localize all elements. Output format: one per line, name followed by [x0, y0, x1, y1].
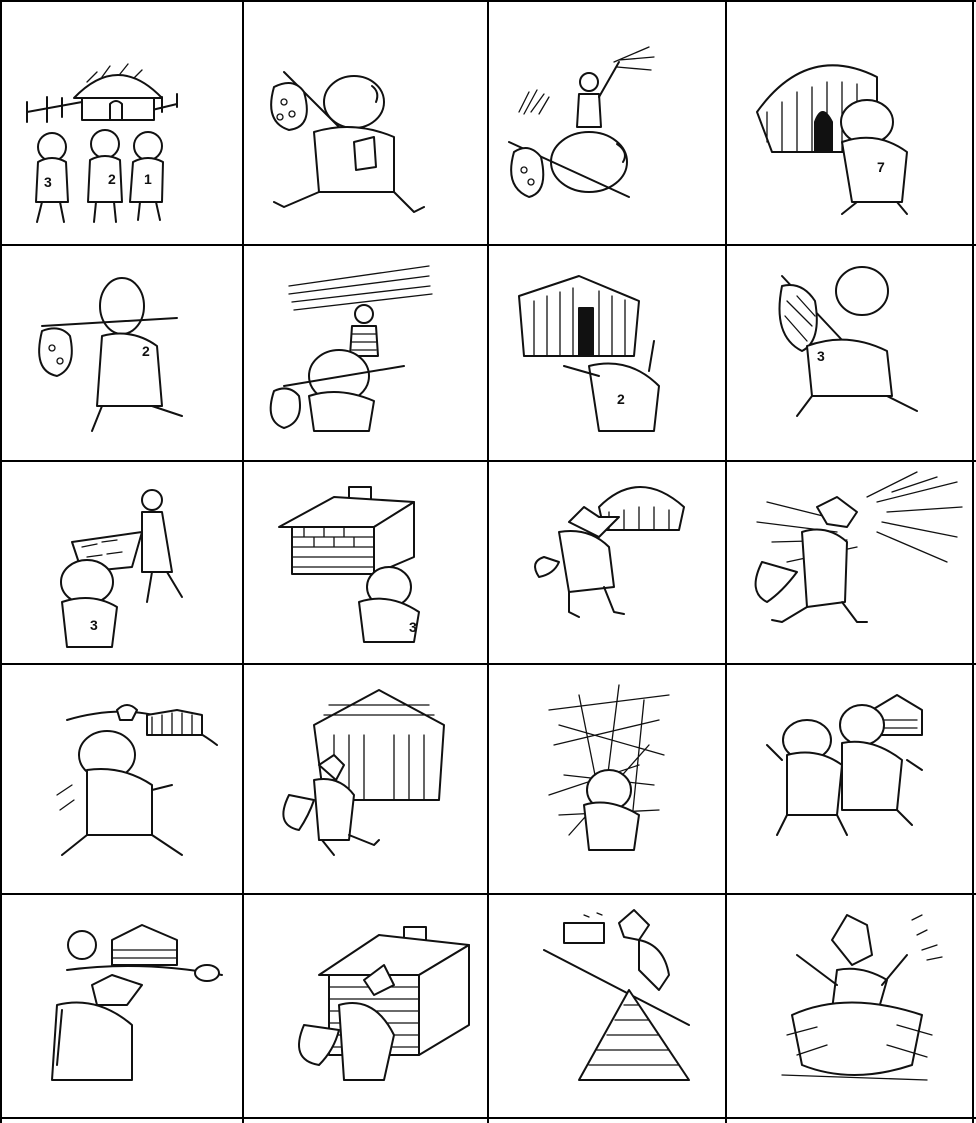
card-brick-house-built: 3: [244, 462, 487, 663]
card-pig-buying-sticks: [244, 246, 487, 460]
card-two-pigs-run-to-brick-house: [727, 665, 972, 893]
pig-number-3: 3: [44, 174, 52, 190]
pig-number-2-walking: 2: [142, 343, 150, 359]
card-pig-runs-away: [2, 665, 242, 893]
wolf-stick-house-illustration: [282, 689, 445, 856]
pig-number-1: 1: [144, 171, 152, 187]
pig-number-7: 7: [877, 159, 885, 175]
wolf-in-pot-illustration: [781, 914, 943, 1081]
card-wolf-falls-in-pot: [727, 895, 972, 1117]
card-wolf-on-roof: [489, 895, 725, 1117]
card-three-pigs-and-hut: 3 2 1: [2, 2, 242, 244]
wolf-looking-at-brick-house-illustration: [51, 924, 223, 1081]
picture-card-grid: 3 2 1 7 2 2 3 3 3: [0, 0, 976, 1123]
card-second-pig-walking: 2: [2, 246, 242, 460]
pig-straw-house-illustration: 7: [756, 64, 908, 215]
card-wolf-at-straw-house: [489, 462, 725, 663]
pig-straw-man-illustration: [508, 46, 655, 198]
card-straw-house-built: 7: [727, 2, 972, 244]
card-wolf-at-stick-house: [244, 665, 487, 893]
card-pig-buying-bricks: 3: [2, 462, 242, 663]
pig-brick-house-illustration: 3: [278, 486, 420, 643]
wolf-brick-house-illustration: [298, 926, 470, 1081]
pig-with-bundle-illustration: [270, 71, 425, 213]
card-wolf-at-brick-house: [2, 895, 242, 1117]
card-stick-house-built: 2: [489, 246, 725, 460]
pig-bricks-barrow-illustration: 3: [60, 489, 183, 648]
wolf-blowing-straw-illustration: [754, 471, 963, 623]
pig-number-2: 2: [108, 171, 116, 187]
pig-stick-house-illustration: 2: [518, 275, 660, 432]
three-pigs-illustration: 3 2 1: [26, 63, 178, 223]
pig-number-3-house: 3: [409, 619, 417, 635]
pig-running-illustration: [56, 704, 218, 856]
pig-number-2-house: 2: [617, 391, 625, 407]
pig-sticks-man-illustration: [269, 265, 433, 432]
pig-two-walking-illustration: 2: [38, 277, 183, 432]
pig-three-bundle-illustration: 3: [778, 266, 918, 417]
sticks-flying-illustration: [548, 684, 670, 851]
grid-line-h5: [0, 1117, 976, 1119]
card-wolf-blows-stick-house: [489, 665, 725, 893]
card-third-pig-leaving: 3: [727, 246, 972, 460]
card-wolf-huffs-brick-house: [244, 895, 487, 1117]
card-pig-leaving-home: [244, 2, 487, 244]
wolf-straw-house-illustration: [534, 486, 685, 618]
two-pigs-running-illustration: [766, 694, 923, 836]
pig-number-3-leaving: 3: [817, 348, 825, 364]
pig-number-3-bricks: 3: [90, 617, 98, 633]
grid-line-v4: [972, 0, 974, 1123]
wolf-on-roof-illustration: [543, 909, 690, 1081]
card-pig-buying-straw: [489, 2, 725, 244]
card-wolf-blows-straw-house: [727, 462, 972, 663]
